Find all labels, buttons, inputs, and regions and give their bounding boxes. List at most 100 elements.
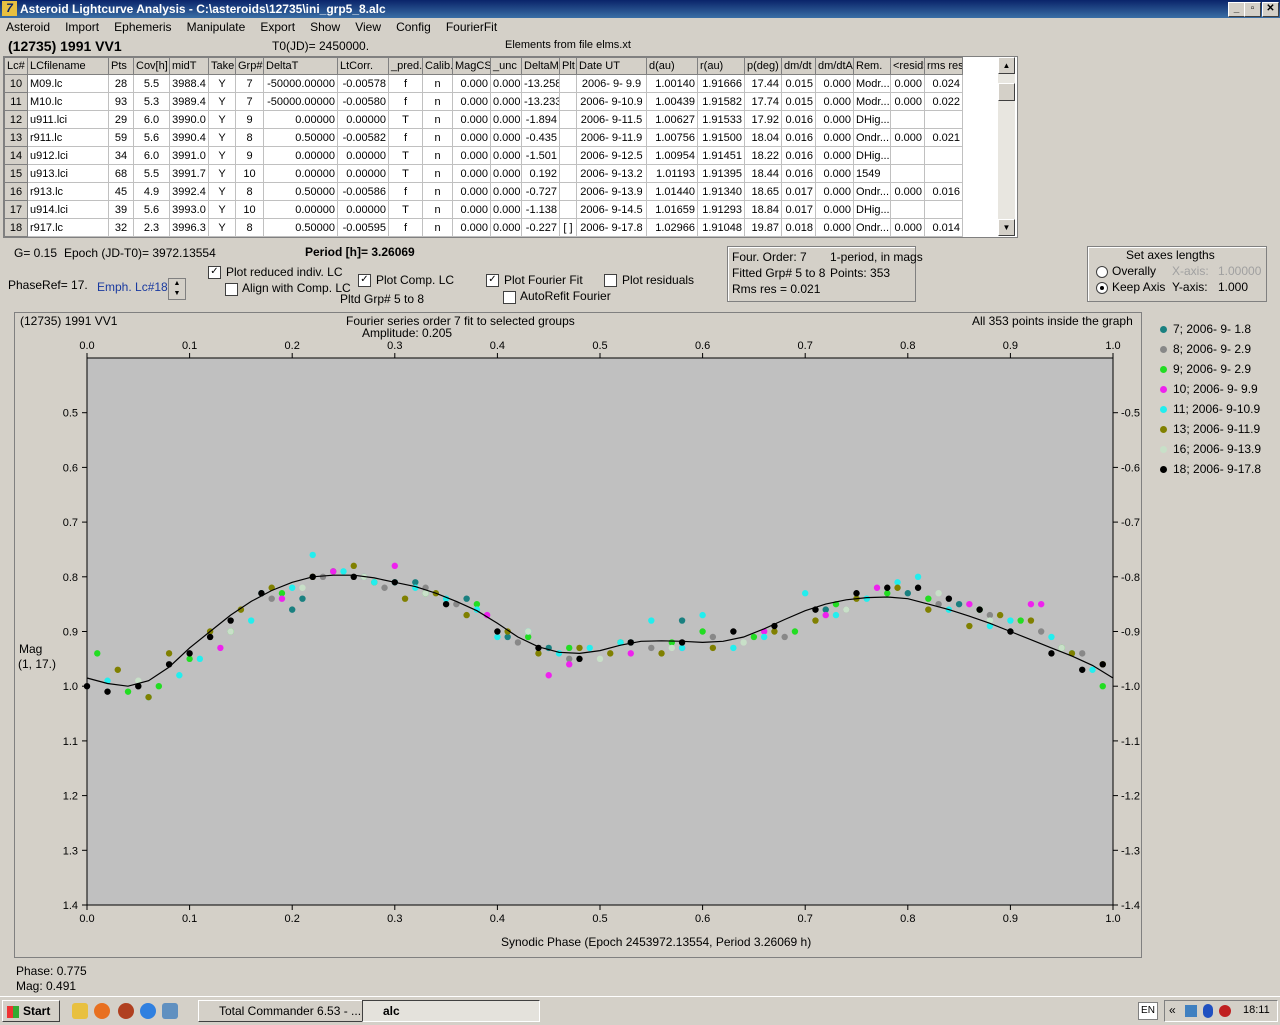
data-point <box>668 644 676 652</box>
y-tick-label-right: -1.1 <box>1121 736 1140 748</box>
x-tick-label-bottom: 0.1 <box>182 913 197 925</box>
data-point <box>165 650 173 657</box>
data-point <box>822 606 829 613</box>
data-point <box>699 611 706 619</box>
data-point <box>709 633 717 641</box>
plot-area <box>86 357 1114 906</box>
bluetooth-icon[interactable] <box>1203 1004 1213 1018</box>
data-point <box>730 644 737 652</box>
legend-label: 9; 2006- 9- 2.9 <box>1173 362 1252 376</box>
windows-logo-icon <box>7 1005 19 1018</box>
data-point <box>853 590 860 597</box>
x-tick-label-top: 0.0 <box>79 340 94 352</box>
data-point <box>730 628 737 635</box>
data-point <box>1079 650 1086 657</box>
y-tick-label-left: 0.7 <box>63 517 78 529</box>
y-tick-label-left: 1.1 <box>63 736 78 748</box>
data-point <box>247 617 255 624</box>
legend-item: 18; 2006- 9-17.8 <box>1160 462 1261 476</box>
data-point <box>299 595 306 602</box>
legend-item: 16; 2006- 9-13.9 <box>1160 442 1261 456</box>
task-total-commander[interactable]: Total Commander 6.53 - ... <box>198 1000 376 1022</box>
data-point <box>268 595 275 602</box>
y-tick-label-right: -1.4 <box>1121 900 1140 912</box>
data-point <box>319 573 327 580</box>
data-point <box>350 573 357 580</box>
x-tick-label-bottom: 0.9 <box>1003 913 1018 925</box>
internet-explorer-icon[interactable] <box>140 1003 156 1019</box>
legend-label: 16; 2006- 9-13.9 <box>1173 442 1262 456</box>
data-point <box>576 655 583 663</box>
data-point <box>976 606 983 613</box>
mail-icon[interactable] <box>118 1003 134 1019</box>
y-tick-label-right: -1.2 <box>1121 791 1140 803</box>
data-point <box>94 650 101 657</box>
data-point <box>904 590 911 597</box>
legend-label: 7; 2006- 9- 1.8 <box>1173 322 1252 336</box>
y-tick-label-left: 1.0 <box>63 681 78 693</box>
x-tick-label-bottom: 0.8 <box>900 913 915 925</box>
data-point <box>925 606 932 613</box>
network-icon[interactable] <box>1185 1005 1197 1017</box>
task-alc-label: alc <box>383 1004 400 1018</box>
data-point <box>884 590 891 597</box>
data-point <box>678 644 686 652</box>
data-point <box>196 655 204 663</box>
data-point <box>586 644 593 652</box>
legend-item: 7; 2006- 9- 1.8 <box>1160 322 1251 336</box>
data-point <box>996 611 1004 619</box>
data-point <box>401 595 409 602</box>
start-label: Start <box>23 1004 51 1018</box>
data-point <box>935 590 942 597</box>
data-point <box>832 611 840 619</box>
data-point <box>299 584 306 591</box>
x-tick-label-bottom: 0.4 <box>490 913 505 925</box>
data-point <box>894 584 901 591</box>
tray-expand-arrows[interactable]: « <box>1169 1003 1176 1017</box>
data-point <box>381 584 388 591</box>
data-point <box>309 551 316 559</box>
data-point <box>1058 644 1065 652</box>
data-point <box>278 590 286 597</box>
task-total-commander-label: Total Commander 6.53 - ... <box>219 1004 362 1018</box>
explorer-icon[interactable] <box>162 1003 178 1019</box>
y-tick-label-left: 0.6 <box>63 462 78 474</box>
data-point <box>894 579 901 586</box>
task-alc[interactable]: alc <box>362 1000 540 1022</box>
data-point <box>1048 633 1055 641</box>
cursor-phase: Phase: 0.775 <box>16 964 87 978</box>
y-tick-label-right: -0.9 <box>1121 627 1140 639</box>
y-tick-label-right: -1.3 <box>1121 845 1140 857</box>
data-point <box>494 633 501 641</box>
antivirus-icon[interactable] <box>1219 1005 1231 1017</box>
start-button[interactable]: Start <box>2 1000 60 1022</box>
legend-swatch <box>1160 326 1167 334</box>
x-tick-label-top: 0.2 <box>285 340 300 352</box>
legend-item: 11; 2006- 9-10.9 <box>1160 402 1260 416</box>
data-point <box>802 590 809 597</box>
data-point <box>627 650 634 657</box>
language-indicator[interactable]: EN <box>1138 1002 1158 1020</box>
data-point <box>863 595 870 602</box>
data-point <box>145 693 152 701</box>
y-tick-label-right: -0.8 <box>1121 572 1140 584</box>
system-tray: « 18:11 <box>1164 1000 1278 1022</box>
data-point <box>648 617 655 624</box>
legend-label: 8; 2006- 9- 2.9 <box>1173 342 1252 356</box>
data-point <box>289 584 296 591</box>
y-tick-label-left: 0.5 <box>63 408 78 420</box>
lightcurve-chart[interactable]: 0.0 0.0 0.1 0.1 0.2 0.2 0.3 0.3 0.4 0.4 0.5 0.5 0.6 0… <box>0 0 1280 1024</box>
firefox-icon[interactable] <box>94 1003 110 1019</box>
data-point <box>524 628 532 635</box>
data-point <box>494 628 501 635</box>
alc-quicklaunch-icon[interactable] <box>72 1003 88 1019</box>
data-point <box>330 568 337 575</box>
y-tick-label-right: -0.5 <box>1121 408 1140 420</box>
x-tick-label-bottom: 0.3 <box>387 913 402 925</box>
data-point <box>566 644 573 652</box>
data-point <box>1037 600 1045 608</box>
data-point <box>155 683 163 690</box>
data-point <box>986 611 994 619</box>
data-point <box>750 633 758 641</box>
data-point <box>566 661 573 668</box>
